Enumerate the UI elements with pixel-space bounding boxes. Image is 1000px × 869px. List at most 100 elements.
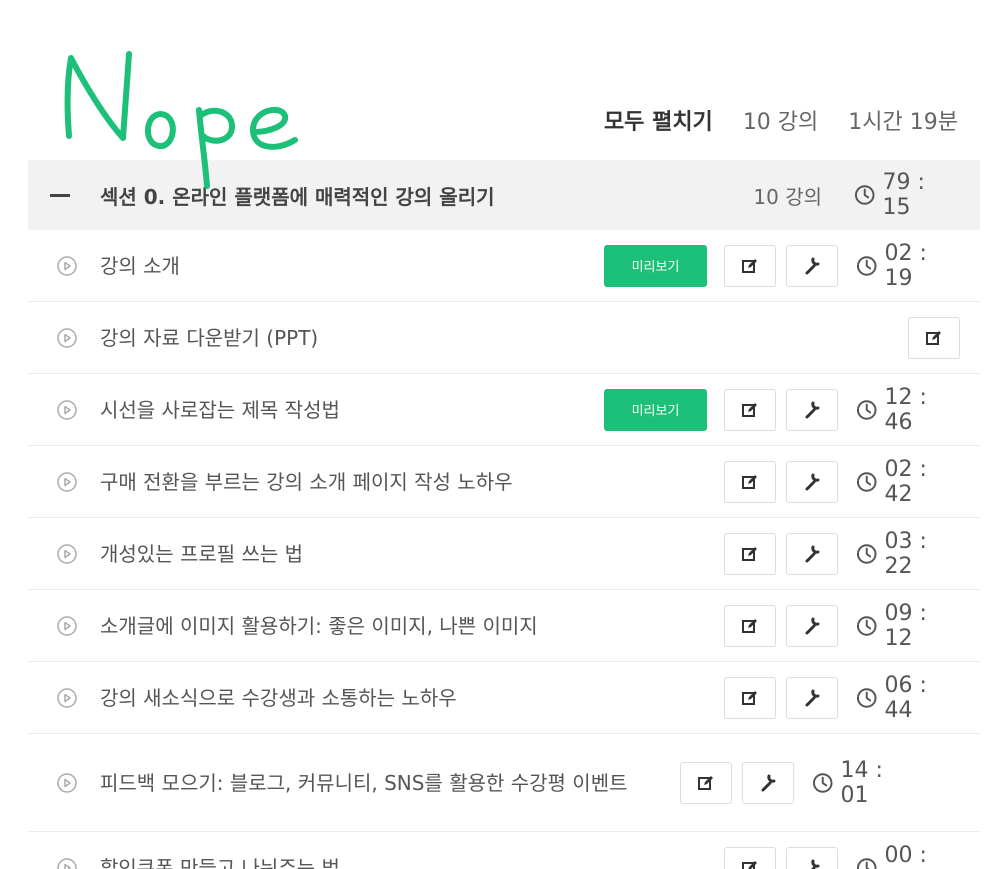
edit-icon (742, 546, 757, 561)
lecture-duration: 03 : 22 (856, 529, 960, 579)
lecture-title[interactable]: 피드백 모으기: 블로그, 커뮤니티, SNS를 활용한 수강평 이벤트 (100, 766, 680, 800)
curriculum-summary: 모두 펼치기 10 강의 1시간 19분 (604, 100, 958, 140)
edit-icon (742, 690, 757, 705)
lecture-duration: 09 : 12 (856, 601, 960, 651)
edit-button[interactable] (724, 244, 776, 287)
clock-icon (856, 471, 877, 492)
lecture-row[interactable]: 개성있는 프로필 쓰는 법 03 : 22 (28, 518, 980, 590)
settings-button[interactable] (786, 846, 838, 869)
lecture-row[interactable]: 할인쿠폰 만들고 나눠주는 법 00 : 12 (28, 832, 980, 869)
settings-button[interactable] (786, 604, 838, 647)
lecture-duration-value: 03 : 22 (884, 528, 927, 579)
clock-icon (812, 772, 833, 793)
edit-button[interactable] (724, 532, 776, 575)
edit-icon (742, 402, 757, 417)
lecture-row[interactable]: 강의 새소식으로 수강생과 소통하는 노하우 06 : 44 (28, 662, 980, 734)
lecture-title[interactable]: 소개글에 이미지 활용하기: 좋은 이미지, 나쁜 이미지 (100, 609, 724, 643)
lecture-actions: 미리보기 02 : 19 (604, 241, 960, 291)
settings-button[interactable] (786, 460, 838, 503)
lecture-title[interactable]: 강의 소개 (100, 249, 604, 283)
clock-icon (856, 255, 877, 276)
edit-icon (698, 775, 713, 790)
lecture-duration: 06 : 44 (856, 673, 960, 723)
lecture-duration: 02 : 42 (856, 457, 960, 507)
play-icon (57, 327, 77, 348)
play-icon (57, 471, 77, 492)
wrench-icon (810, 859, 820, 869)
play-icon (57, 857, 77, 869)
lecture-duration: 00 : 12 (856, 843, 960, 869)
expand-all-button[interactable]: 모두 펼치기 (604, 104, 713, 136)
section-duration-value: 79 : 15 (882, 170, 925, 220)
lecture-actions: 14 : 01 (680, 758, 916, 808)
edit-icon (742, 474, 757, 489)
wrench-icon (761, 774, 776, 791)
lecture-title[interactable]: 개성있는 프로필 쓰는 법 (100, 537, 724, 571)
edit-button[interactable] (908, 316, 960, 359)
edit-icon (742, 860, 757, 869)
lecture-duration-value: 00 : 12 (884, 842, 927, 869)
play-icon (57, 399, 77, 420)
wrench-icon (805, 617, 820, 634)
lecture-row[interactable]: 강의 소개 미리보기 02 : 19 (28, 230, 980, 302)
clock-icon (854, 185, 875, 205)
lecture-title[interactable]: 강의 새소식으로 수강생과 소통하는 노하우 (100, 681, 724, 715)
lecture-duration: 02 : 19 (856, 241, 960, 291)
section-duration: 79 : 15 (854, 170, 958, 220)
wrench-icon (805, 689, 820, 706)
total-duration: 1시간 19분 (848, 110, 958, 135)
edit-button[interactable] (724, 388, 776, 431)
settings-button[interactable] (786, 244, 838, 287)
play-icon (57, 255, 77, 276)
clock-icon (856, 615, 877, 636)
lecture-list: 강의 소개 미리보기 02 : 19 강의 자료 다운받기 (PPT) 시선을 … (28, 230, 980, 869)
edit-icon (742, 258, 757, 273)
lecture-row[interactable]: 소개글에 이미지 활용하기: 좋은 이미지, 나쁜 이미지 09 : 12 (28, 590, 980, 662)
play-icon (57, 543, 77, 564)
collapse-icon[interactable] (50, 193, 70, 197)
lecture-row[interactable]: 구매 전환을 부르는 강의 소개 페이지 작성 노하우 02 : 42 (28, 446, 980, 518)
wrench-icon (805, 401, 820, 418)
lecture-row[interactable]: 강의 자료 다운받기 (PPT) (28, 302, 980, 374)
settings-button[interactable] (786, 532, 838, 575)
lecture-title[interactable]: 구매 전환을 부르는 강의 소개 페이지 작성 노하우 (100, 465, 724, 499)
clock-icon (856, 857, 877, 869)
settings-button[interactable] (742, 761, 794, 804)
lecture-duration-value: 12 : 46 (884, 384, 927, 435)
lecture-actions: 06 : 44 (724, 673, 960, 723)
lecture-title[interactable]: 강의 자료 다운받기 (PPT) (100, 321, 908, 355)
lecture-actions (908, 316, 960, 359)
section-title: 섹션 0. 온라인 플랫폼에 매력적인 강의 올리기 (100, 184, 495, 209)
clock-icon (856, 687, 877, 708)
edit-button[interactable] (680, 761, 732, 804)
edit-button[interactable] (724, 676, 776, 719)
edit-icon (926, 330, 941, 345)
settings-button[interactable] (786, 676, 838, 719)
lecture-duration: 14 : 01 (812, 758, 916, 808)
lecture-duration: 12 : 46 (856, 385, 960, 435)
wrench-icon (805, 473, 820, 490)
edit-icon (742, 618, 757, 633)
lecture-title[interactable]: 할인쿠폰 만들고 나눠주는 법 (100, 851, 724, 869)
preview-button[interactable]: 미리보기 (604, 244, 707, 287)
section-lecture-count: 10 강의 (753, 184, 822, 209)
settings-button[interactable] (786, 388, 838, 431)
edit-button[interactable] (724, 846, 776, 869)
play-icon (57, 772, 77, 793)
lecture-actions: 02 : 42 (724, 457, 960, 507)
lecture-actions: 00 : 12 (724, 843, 960, 869)
preview-button[interactable]: 미리보기 (604, 388, 707, 431)
lecture-duration-value: 14 : 01 (840, 757, 883, 808)
lecture-duration-value: 02 : 42 (884, 456, 927, 507)
section-header[interactable]: 섹션 0. 온라인 플랫폼에 매력적인 강의 올리기 10 강의 79 : 15 (28, 160, 980, 230)
lecture-row[interactable]: 피드백 모으기: 블로그, 커뮤니티, SNS를 활용한 수강평 이벤트 14 … (28, 734, 980, 832)
lecture-row[interactable]: 시선을 사로잡는 제목 작성법 미리보기 12 : 46 (28, 374, 980, 446)
play-icon (57, 687, 77, 708)
edit-button[interactable] (724, 460, 776, 503)
play-icon (57, 615, 77, 636)
edit-button[interactable] (724, 604, 776, 647)
lecture-title[interactable]: 시선을 사로잡는 제목 작성법 (100, 393, 604, 427)
lecture-actions: 09 : 12 (724, 601, 960, 651)
lecture-actions: 미리보기 12 : 46 (604, 385, 960, 435)
wrench-icon (805, 545, 820, 562)
